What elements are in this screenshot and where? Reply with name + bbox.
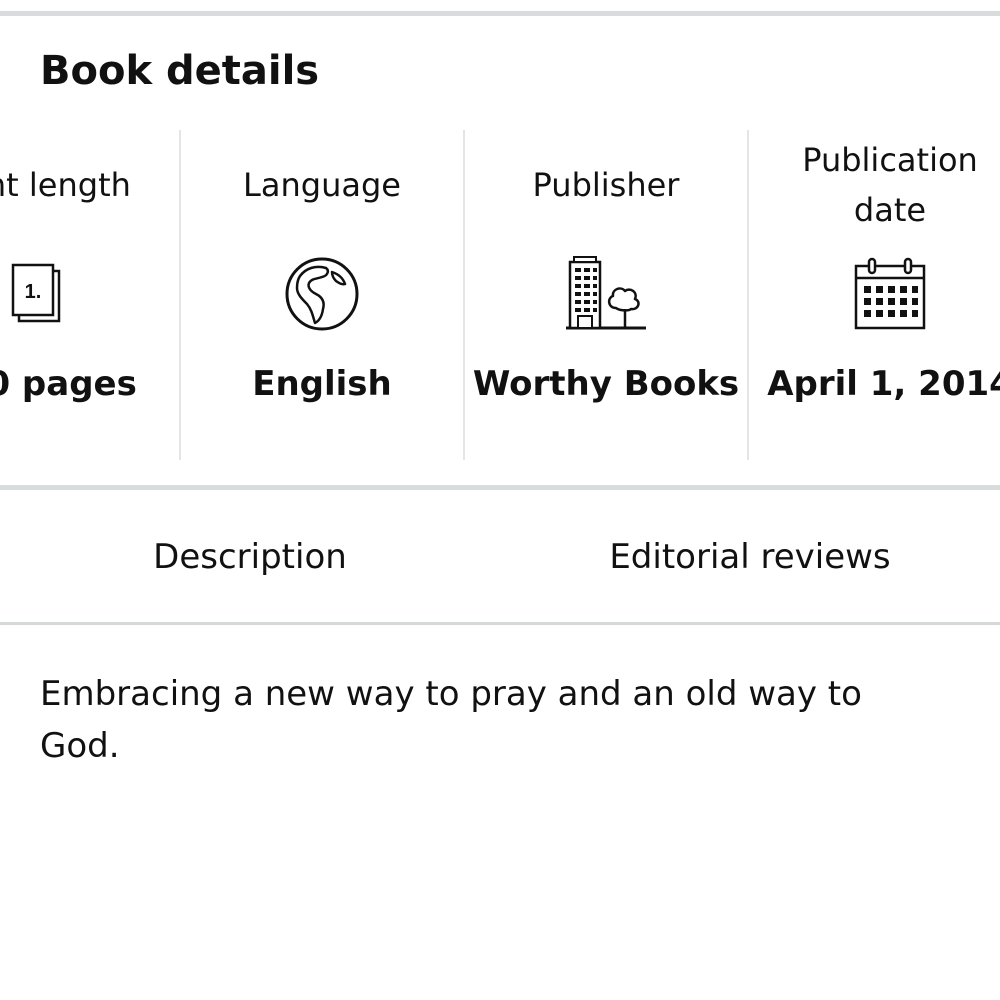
top-divider (0, 11, 1000, 16)
tab-editorial-reviews[interactable]: Editorial reviews (500, 493, 1000, 621)
calendar-icon (830, 252, 950, 336)
book-details-page: Book details Print length 1. 240 pages L… (0, 0, 1000, 1000)
detail-publisher[interactable]: Publisher Worthy Books (464, 130, 748, 460)
detail-publication-date[interactable]: Publication date April 1, 2014 (748, 130, 1000, 460)
content-tabs: Description Editorial reviews (0, 493, 1000, 621)
detail-value: April 1, 2014 (767, 364, 1000, 404)
detail-label: Publication date (802, 141, 978, 229)
section-divider (0, 485, 1000, 490)
book-details-carousel[interactable]: Print length 1. 240 pages Language En (0, 130, 1000, 460)
detail-value: Worthy Books (472, 364, 740, 404)
building-icon (546, 252, 666, 336)
detail-print-length[interactable]: Print length 1. 240 pages (0, 130, 180, 460)
detail-language[interactable]: Language English (180, 130, 464, 460)
section-title: Book details (40, 48, 320, 94)
detail-label: Language (243, 166, 401, 204)
page-count-icon: 1. (0, 252, 98, 336)
page-count-icon-label: 1. (25, 281, 42, 303)
globe-icon (262, 252, 382, 336)
detail-label: Publisher (532, 166, 680, 204)
tab-description[interactable]: Description (0, 493, 500, 621)
detail-label: Print length (0, 166, 131, 204)
description-text: Embracing a new way to pray and an old w… (40, 674, 862, 766)
detail-value: English (252, 364, 392, 404)
tabs-divider (0, 622, 1000, 625)
